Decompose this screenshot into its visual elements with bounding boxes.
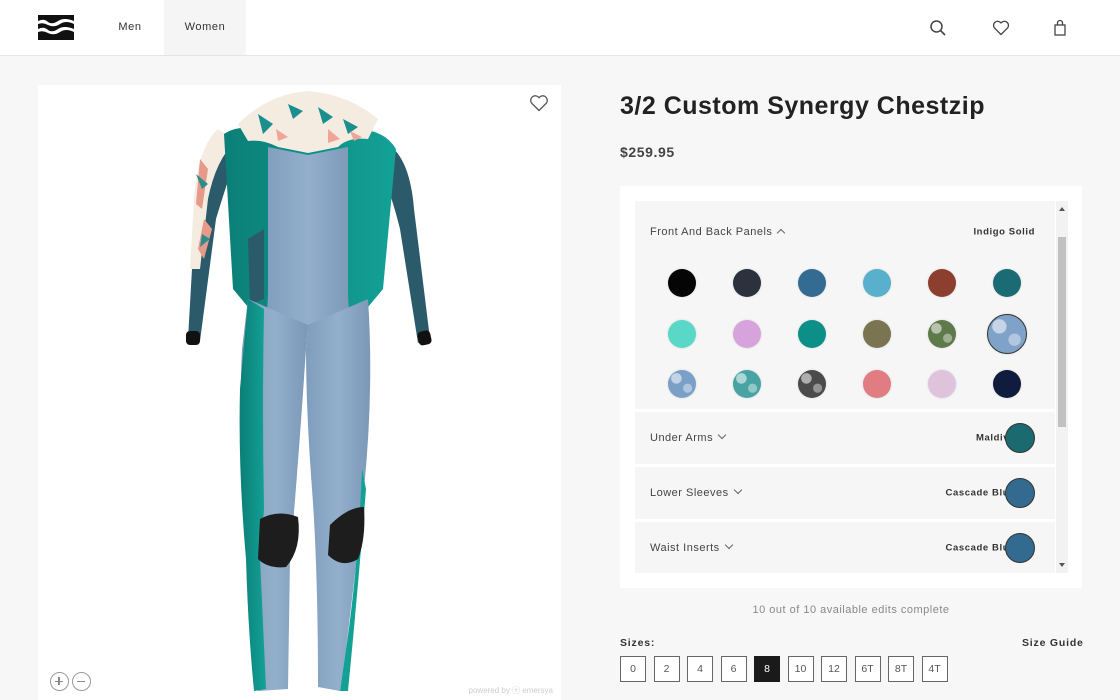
search-icon[interactable]	[928, 18, 948, 38]
color-swatch-teal[interactable]	[798, 320, 826, 348]
section-under-arms: Under Arms Maldive	[635, 412, 1055, 464]
color-swatch-rust[interactable]	[928, 269, 956, 297]
product-price: $259.95	[620, 144, 675, 160]
sizes-label: Sizes:	[620, 637, 656, 649]
zoom-in-button[interactable]	[50, 672, 69, 691]
section-label: Front And Back Panels	[650, 226, 786, 238]
color-swatch-grid	[635, 259, 1055, 409]
color-swatch-black-floral[interactable]	[798, 370, 826, 398]
selected-color-swatch[interactable]	[1005, 478, 1035, 508]
heart-icon[interactable]	[991, 18, 1011, 38]
color-swatch-olive[interactable]	[863, 320, 891, 348]
edits-status: 10 out of 10 available edits complete	[752, 604, 950, 616]
product-3d-viewer[interactable]: powered by ⓔ emersya	[38, 85, 561, 700]
section-label: Under Arms	[650, 430, 727, 444]
selected-color-swatch[interactable]	[1005, 533, 1035, 563]
size-option-0[interactable]: 0	[620, 656, 646, 682]
color-swatch-indigo-solid[interactable]	[987, 314, 1027, 354]
size-option-8[interactable]: 8	[754, 656, 780, 682]
shopping-bag-icon[interactable]	[1050, 18, 1070, 38]
scroll-up-arrow-icon[interactable]	[1059, 207, 1065, 211]
section-header-under-arms[interactable]: Under Arms Maldive	[635, 412, 1055, 464]
color-swatch-camo[interactable]	[928, 320, 956, 348]
color-swatch-navy[interactable]	[993, 370, 1021, 398]
powered-by-emersya: powered by ⓔ emersya	[468, 686, 553, 695]
selected-color-swatch[interactable]	[1005, 423, 1035, 453]
section-header-lower-sleeves[interactable]: Lower Sleeves Cascade Blue	[635, 467, 1055, 519]
section-waist-inserts: Waist Inserts Cascade Blue	[635, 522, 1055, 573]
billabong-logo[interactable]	[38, 15, 74, 40]
nav-women[interactable]: Women	[164, 0, 246, 55]
customization-panel: Front And Back Panels Indigo Solid Under…	[620, 186, 1082, 588]
color-swatch-cascade-blue[interactable]	[798, 269, 826, 297]
section-selected-value: Indigo Solid	[973, 226, 1035, 238]
size-option-6t[interactable]: 6T	[854, 656, 881, 682]
section-label: Lower Sleeves	[650, 485, 742, 499]
section-label-text: Lower Sleeves	[650, 487, 729, 499]
size-option-4t[interactable]: 4T	[921, 656, 948, 682]
site-header: Men Women	[0, 0, 1120, 56]
section-label-text: Waist Inserts	[650, 542, 720, 554]
color-swatch-maldive[interactable]	[993, 269, 1021, 297]
section-lower-sleeves: Lower Sleeves Cascade Blue	[635, 467, 1055, 519]
section-header-front-and-back-panels[interactable]: Front And Back Panels Indigo Solid	[635, 201, 1055, 259]
chevron-down-icon	[724, 540, 733, 550]
chevron-down-icon	[717, 430, 727, 440]
size-option-4[interactable]: 4	[687, 656, 713, 682]
wetsuit-image	[186, 91, 432, 691]
section-label-text: Front And Back Panels	[650, 226, 773, 238]
section-front-and-back-panels: Front And Back Panels Indigo Solid	[635, 201, 1055, 409]
section-header-waist-inserts[interactable]: Waist Inserts Cascade Blue	[635, 522, 1055, 573]
chevron-up-icon	[777, 228, 786, 238]
size-option-10[interactable]: 10	[787, 656, 814, 682]
color-swatch-coral[interactable]	[863, 370, 891, 398]
size-option-8t[interactable]: 8T	[888, 656, 914, 682]
size-options: 0 2 4 6 8 10 12 6T 8T 4T	[620, 656, 955, 682]
panel-scrollbar[interactable]	[1056, 201, 1068, 573]
nav-men[interactable]: Men	[100, 0, 160, 55]
section-label-text: Under Arms	[650, 432, 714, 444]
size-guide-link[interactable]: Size Guide	[1022, 637, 1084, 649]
size-option-2[interactable]: 2	[653, 656, 680, 682]
color-swatch-pale-pink[interactable]	[928, 370, 956, 398]
scroll-down-arrow-icon[interactable]	[1059, 563, 1065, 567]
color-swatch-sky-blue[interactable]	[863, 269, 891, 297]
scrollbar-thumb[interactable]	[1058, 237, 1066, 427]
section-label: Waist Inserts	[650, 540, 733, 554]
color-swatch-tropical-floral[interactable]	[733, 370, 761, 398]
color-swatch-black[interactable]	[668, 269, 696, 297]
size-option-6[interactable]: 6	[720, 656, 747, 682]
color-swatch-blue-floral[interactable]	[668, 370, 696, 398]
customization-scroll-area[interactable]: Front And Back Panels Indigo Solid Under…	[635, 201, 1055, 573]
zoom-out-button[interactable]	[72, 672, 91, 691]
color-swatch-dark-charcoal[interactable]	[733, 269, 761, 297]
color-swatch-lilac[interactable]	[733, 320, 761, 348]
color-swatch-aqua[interactable]	[668, 320, 696, 348]
product-title: 3/2 Custom Synergy Chestzip	[620, 92, 985, 120]
size-option-12[interactable]: 12	[821, 656, 847, 682]
chevron-down-icon	[733, 485, 742, 495]
favorite-heart-icon[interactable]	[528, 93, 550, 113]
